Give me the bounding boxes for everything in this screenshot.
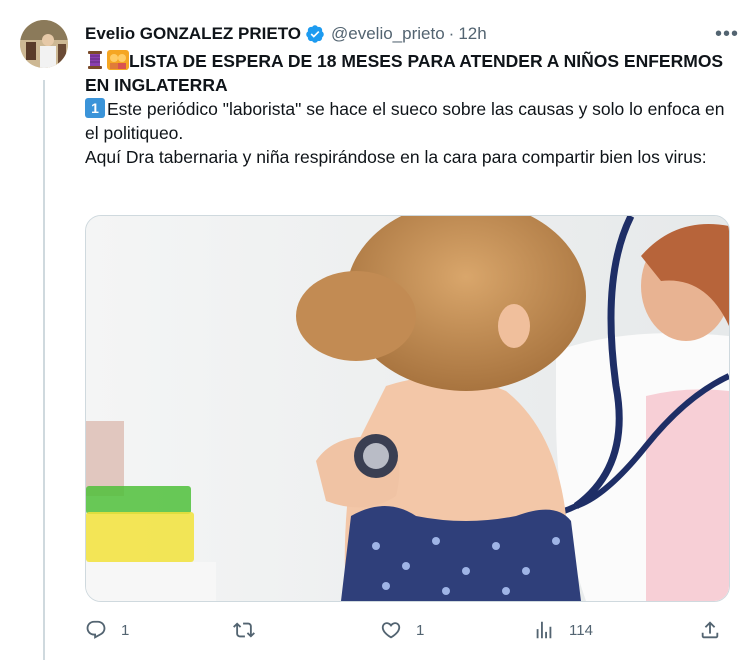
keycap-one-emoji: 1 bbox=[85, 98, 105, 118]
views-button[interactable]: 114 bbox=[533, 616, 593, 644]
tweet-header: Evelio GONZALEZ PRIETO @evelio_prieto · … bbox=[85, 22, 736, 46]
retweet-button[interactable] bbox=[233, 616, 269, 644]
reply-count: 1 bbox=[121, 621, 130, 639]
retweet-icon bbox=[233, 622, 255, 638]
verified-badge-icon[interactable] bbox=[305, 24, 325, 44]
reply-button[interactable]: 1 bbox=[85, 616, 129, 644]
heart-icon bbox=[381, 622, 401, 639]
views-count: 114 bbox=[569, 621, 593, 639]
author-name[interactable]: Evelio GONZALEZ PRIETO bbox=[85, 24, 301, 44]
share-button[interactable] bbox=[699, 616, 721, 644]
thread-spool-emoji bbox=[85, 50, 105, 70]
tweet-paragraph-1: 1 Este periódico "laborista" se hace el … bbox=[85, 97, 735, 145]
timestamp[interactable]: 12h bbox=[458, 24, 486, 44]
tweet-media-image[interactable] bbox=[85, 215, 730, 602]
tweet-actions-bar: 1 1 114 bbox=[85, 616, 728, 644]
tweet-paragraph-1-text: Este periódico "laborista" se hace el su… bbox=[85, 99, 725, 143]
tweet-text: LISTA DE ESPERA DE 18 MESES PARA ATENDER… bbox=[85, 49, 735, 169]
share-icon bbox=[701, 621, 719, 639]
more-options-icon[interactable]: ••• bbox=[712, 22, 742, 46]
doctor-child-photo bbox=[86, 216, 729, 601]
tweet-title-text: LISTA DE ESPERA DE 18 MESES PARA ATENDER… bbox=[85, 51, 724, 95]
separator-dot: · bbox=[448, 24, 455, 43]
views-icon bbox=[536, 621, 552, 639]
author-handle[interactable]: @evelio_prieto bbox=[331, 24, 445, 44]
tweet-paragraph-2: Aquí Dra tabernaria y niña respirándose … bbox=[85, 147, 707, 167]
like-button[interactable]: 1 bbox=[380, 616, 424, 644]
avatar-image bbox=[20, 20, 68, 68]
tweet-title: LISTA DE ESPERA DE 18 MESES PARA ATENDER… bbox=[85, 49, 735, 97]
reply-icon bbox=[86, 620, 106, 639]
avatar[interactable] bbox=[20, 20, 68, 68]
children-emoji bbox=[107, 50, 129, 70]
like-count: 1 bbox=[416, 621, 425, 639]
svg-text:1: 1 bbox=[91, 100, 99, 116]
thread-line bbox=[43, 80, 45, 660]
